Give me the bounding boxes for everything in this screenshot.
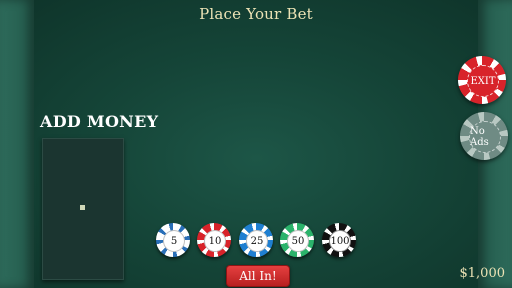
add-money-label: ADD MONEY — [40, 112, 159, 131]
no-ads-button[interactable]: No Ads — [460, 112, 508, 160]
ad-placeholder-icon — [80, 205, 85, 210]
chip-label: 5 — [163, 230, 185, 252]
chip-5[interactable]: 5 — [156, 223, 190, 257]
chip-label: 10 — [204, 230, 226, 252]
balance-display: $1,000 — [459, 266, 506, 281]
exit-label: EXIT — [467, 65, 499, 97]
chip-100[interactable]: 100 — [322, 223, 356, 257]
no-ads-label: No Ads — [469, 121, 501, 153]
page-title: Place Your Bet — [199, 5, 313, 23]
chip-10[interactable]: 10 — [197, 223, 231, 257]
chip-25[interactable]: 25 — [239, 223, 273, 257]
exit-button[interactable]: EXIT — [458, 56, 506, 104]
chip-50[interactable]: 50 — [280, 223, 314, 257]
all-in-button[interactable]: All In! — [226, 265, 290, 287]
table-rail-left — [0, 0, 34, 288]
chip-label: 25 — [246, 230, 268, 252]
chip-label: 100 — [329, 230, 351, 252]
add-money-ad-panel[interactable] — [42, 138, 124, 280]
chip-label: 50 — [287, 230, 309, 252]
